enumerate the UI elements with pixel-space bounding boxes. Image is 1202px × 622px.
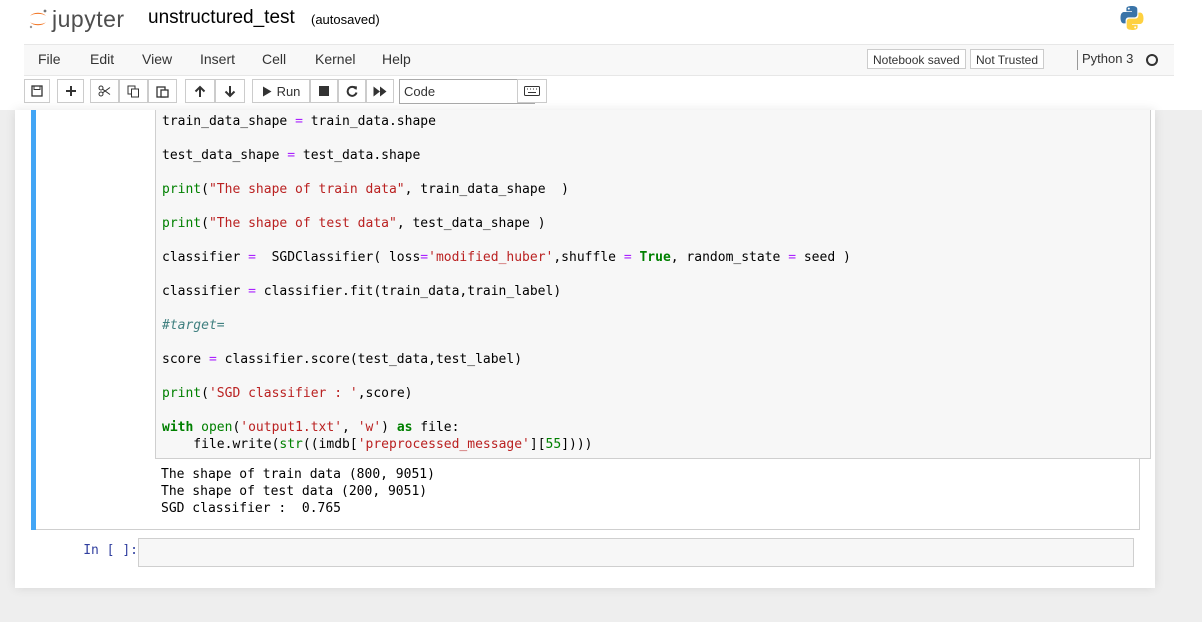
notebook-title[interactable]: unstructured_test	[148, 7, 295, 29]
kernel-name[interactable]: Python 3	[1082, 51, 1133, 66]
save-icon	[31, 85, 43, 97]
arrow-up-icon	[194, 85, 206, 97]
play-icon	[262, 86, 272, 96]
menubar: File Edit View Insert Cell Kernel Help N…	[24, 44, 1174, 76]
header: jupyter unstructured_test (autosaved) Fi…	[0, 0, 1202, 110]
code-line-4: print("The shape of test data", test_dat…	[162, 216, 546, 231]
restart-run-all-button[interactable]	[366, 79, 394, 103]
code-input-area[interactable]: train_data_shape = train_data.shape test…	[155, 110, 1151, 459]
code-line: print("The shape of train data", train_d…	[162, 182, 569, 197]
move-down-button[interactable]	[215, 79, 245, 103]
code-line: print("The shape of test data", test_dat…	[162, 216, 546, 231]
run-label: Run	[276, 83, 301, 99]
jupyter-logo[interactable]: jupyter	[27, 5, 125, 33]
code-line-6: classifier = classifier.fit(train_data,t…	[162, 284, 562, 299]
code-line: train_data_shape = train_data.shape	[162, 114, 436, 129]
empty-code-cell-input[interactable]	[138, 538, 1134, 567]
selected-code-cell[interactable]: train_data_shape = train_data.shape test…	[31, 110, 1151, 530]
cell-type-value: Code	[404, 84, 436, 99]
code-line: classifier = classifier.fit(train_data,t…	[162, 284, 561, 299]
python-logo-icon	[1120, 6, 1144, 30]
keyboard-icon	[524, 86, 540, 96]
paste-button[interactable]	[148, 79, 177, 103]
cut-button[interactable]	[90, 79, 119, 103]
kernel-divider	[1077, 50, 1078, 70]
code-line: test_data_shape = test_data.shape	[162, 148, 420, 163]
fast-forward-icon	[373, 86, 387, 96]
menu-insert[interactable]: Insert	[200, 51, 235, 67]
code-line-9: print('SGD classifier : ',score)	[162, 386, 413, 401]
menu-kernel[interactable]: Kernel	[315, 51, 355, 67]
selected-cell-indicator	[31, 110, 36, 530]
insert-cell-button[interactable]	[57, 79, 84, 103]
notebook-container: train_data_shape = train_data.shape test…	[15, 110, 1155, 588]
input-prompt: In [ ]:	[83, 543, 138, 558]
trust-button[interactable]: Not Trusted	[970, 49, 1045, 69]
code-line-2: test_data_shape = test_data.shape	[162, 148, 421, 163]
header-row: jupyter unstructured_test (autosaved)	[0, 0, 1202, 44]
restart-button[interactable]	[338, 79, 366, 103]
code-line-8: score = classifier.score(test_data,test_…	[162, 352, 523, 367]
menu-view[interactable]: View	[142, 51, 172, 67]
code-line: score = classifier.score(test_data,test_…	[162, 352, 522, 367]
paste-icon	[156, 85, 169, 98]
code-line: #target=	[162, 318, 225, 333]
stop-icon	[319, 86, 329, 96]
code-line: print('SGD classifier : ',score)	[162, 386, 412, 401]
code-line-7: #target=	[162, 318, 225, 333]
interrupt-button[interactable]	[310, 79, 338, 103]
jupyter-logo-icon	[29, 9, 47, 29]
move-up-button[interactable]	[185, 79, 215, 103]
code-line: file.write(str((imdb['preprocessed_messa…	[162, 437, 593, 452]
menu-file[interactable]: File	[38, 51, 61, 67]
kernel-idle-indicator-icon	[1146, 54, 1158, 66]
run-button[interactable]: Run	[252, 79, 310, 103]
output-line: The shape of train data (800, 9051)	[161, 467, 435, 482]
code-line: classifier = SGDClassifier( loss='modifi…	[162, 250, 851, 265]
output-line: The shape of test data (200, 9051)	[161, 484, 428, 499]
code-line-11: file.write(str((imdb['preprocessed_messa…	[162, 437, 593, 452]
menu-edit[interactable]: Edit	[90, 51, 114, 67]
code-line: with open('output1.txt', 'w') as file:	[162, 420, 459, 435]
code-line-3: print("The shape of train data", train_d…	[162, 182, 570, 197]
plus-icon	[65, 86, 76, 96]
restart-icon	[346, 85, 358, 97]
copy-icon	[127, 85, 139, 97]
autosave-status: (autosaved)	[311, 12, 380, 27]
command-palette-button[interactable]	[517, 79, 547, 103]
code-line-5: classifier = SGDClassifier( loss='modifi…	[162, 250, 851, 265]
scissors-icon	[98, 85, 111, 97]
save-button[interactable]	[24, 79, 50, 103]
arrow-down-icon	[224, 85, 236, 97]
output-line: SGD classifier : 0.765	[161, 501, 342, 516]
notebook-saved-badge: Notebook saved	[867, 49, 966, 69]
code-line-1: train_data_shape = train_data.shape	[162, 114, 436, 129]
code-line-10: with open('output1.txt', 'w') as file:	[162, 420, 460, 435]
menu-cell[interactable]: Cell	[262, 51, 286, 67]
logo-text: jupyter	[52, 5, 125, 32]
menu-help[interactable]: Help	[382, 51, 411, 67]
cell-type-select[interactable]: Code	[399, 79, 535, 104]
copy-button[interactable]	[119, 79, 148, 103]
